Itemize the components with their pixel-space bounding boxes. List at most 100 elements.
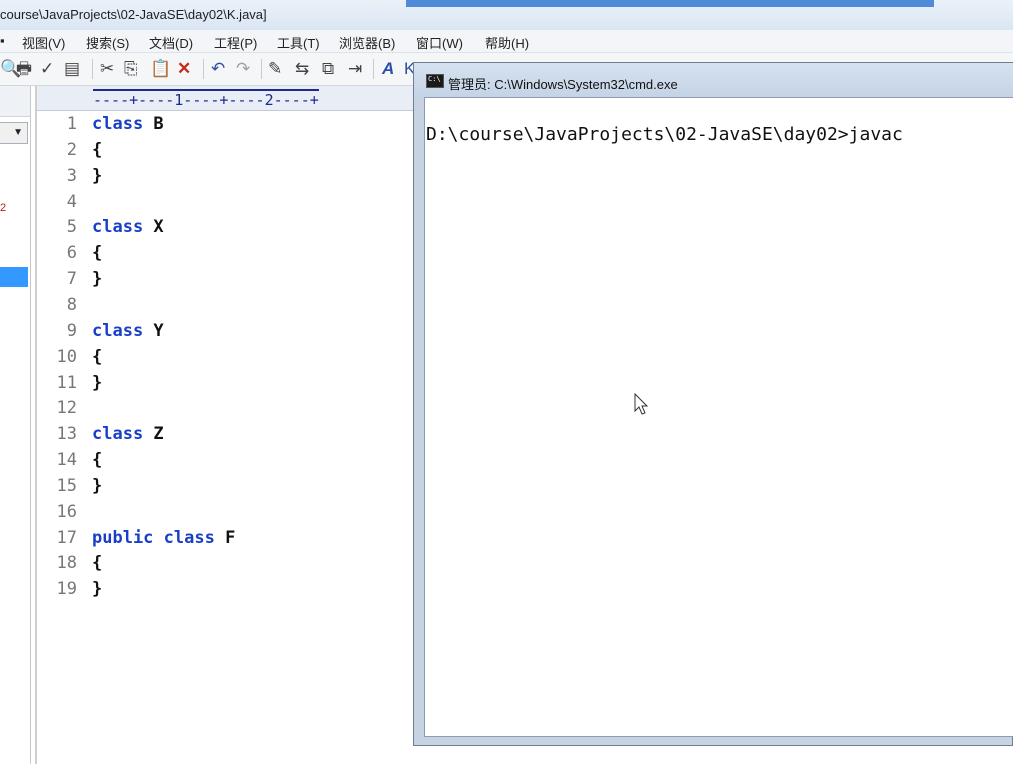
- line-number: 4: [66, 191, 77, 212]
- code-text: Y: [143, 320, 164, 341]
- toolbar-separator: [203, 59, 204, 79]
- menu-browser[interactable]: 浏览器(B): [339, 33, 395, 52]
- line-number: 13: [56, 424, 77, 445]
- line-number: 8: [66, 294, 77, 315]
- code-editor[interactable]: ----+----1----+----2----+ 1 class B 2 {3} 4 5…: [35, 86, 415, 764]
- mouse-pointer-icon: [634, 393, 649, 415]
- cmd-prompt-line: D:\course\JavaProjects\02-JavaSE\day02>j…: [426, 124, 903, 145]
- menu-document[interactable]: 文档(D): [149, 33, 193, 52]
- menu-window[interactable]: 窗口(W): [416, 33, 463, 52]
- editor-menubar: ▪ 视图(V) 搜索(S) 文档(D) 工程(P) 工具(T) 浏览器(B) 窗…: [0, 30, 1013, 53]
- code-line: {: [92, 450, 102, 470]
- code-text: }: [92, 372, 103, 393]
- find-icon[interactable]: ✎: [268, 59, 282, 79]
- code-text: }: [92, 579, 103, 600]
- line-number: 15: [56, 475, 77, 496]
- file-panel-fragment: 2: [0, 202, 7, 214]
- code-text: X: [143, 217, 164, 238]
- column-ruler: ----+----1----+----2----+: [37, 86, 415, 111]
- code-text: F: [214, 527, 236, 548]
- line-number: 14: [56, 450, 77, 471]
- code-text: B: [143, 114, 164, 134]
- code-text: {: [92, 450, 103, 471]
- code-line: }: [92, 476, 102, 496]
- line-number: 7: [66, 269, 77, 290]
- cmd-window[interactable]: C:\ 管理员: C:\Windows\System32\cmd.exe D:\…: [413, 62, 1013, 746]
- find-in-files-icon[interactable]: ⧉: [322, 59, 334, 79]
- code-line: {: [92, 243, 102, 263]
- menu-search[interactable]: 搜索(S): [86, 33, 129, 52]
- line-number: 18: [56, 553, 77, 574]
- code-text: }: [92, 269, 103, 290]
- chevron-down-icon: ▼: [13, 127, 23, 138]
- code-text: {: [92, 553, 103, 574]
- code-line: }: [92, 579, 102, 599]
- code-line: }: [92, 269, 102, 289]
- line-number: 17: [56, 527, 77, 548]
- line-number: 9: [66, 320, 77, 341]
- code-keyword: public class: [92, 527, 215, 548]
- line-number: 5: [66, 217, 77, 238]
- cmd-window-icon: C:\: [426, 74, 444, 88]
- code-keyword: class: [92, 217, 144, 238]
- code-line: public class F: [92, 528, 235, 548]
- menu-project[interactable]: 工程(P): [214, 33, 257, 52]
- toolbar-separator: [92, 59, 93, 79]
- line-number: 6: [66, 243, 77, 264]
- goto-icon[interactable]: ⇥: [348, 59, 362, 79]
- font-icon[interactable]: A: [382, 59, 394, 79]
- code-keyword: class: [92, 320, 144, 341]
- code-text: {: [92, 243, 103, 264]
- menu-tools[interactable]: 工具(T): [277, 33, 320, 52]
- code-text: Z: [143, 424, 164, 445]
- cmd-console[interactable]: D:\course\JavaProjects\02-JavaSE\day02>j…: [424, 97, 1013, 737]
- toolbar-separator: [261, 59, 262, 79]
- line-number: 1: [66, 114, 77, 134]
- code-text: }: [92, 165, 103, 186]
- line-number: 12: [56, 398, 77, 419]
- copy-icon[interactable]: ⎘: [124, 59, 138, 79]
- code-line: {: [92, 140, 102, 160]
- menu-edit-fragment[interactable]: ▪: [0, 33, 5, 48]
- line-number: 16: [56, 501, 77, 522]
- code-text: {: [92, 139, 103, 160]
- line-number: 3: [66, 165, 77, 186]
- code-text: }: [92, 475, 103, 496]
- toolbar-separator: [373, 59, 374, 79]
- paste-icon[interactable]: 📋: [150, 59, 171, 79]
- menu-view[interactable]: 视图(V): [22, 33, 65, 52]
- editor-window-title: course\JavaProjects\02-JavaSE\day02\K.ja…: [0, 7, 267, 22]
- ruler-marks: ----+----1----+----2----+: [93, 89, 319, 109]
- page-setup-icon[interactable]: ▤: [64, 59, 80, 79]
- code-line: class B: [92, 114, 164, 134]
- line-number: 11: [56, 372, 77, 393]
- file-panel: ▼ 2: [0, 86, 31, 764]
- line-number: 2: [66, 139, 77, 160]
- line-number: 19: [56, 579, 77, 600]
- code-keyword: class: [92, 424, 144, 445]
- cmd-titlebar[interactable]: C:\ 管理员: C:\Windows\System32\cmd.exe: [414, 63, 1013, 97]
- line-number: 10: [56, 346, 77, 367]
- cmd-window-title: 管理员: C:\Windows\System32\cmd.exe: [448, 77, 678, 92]
- code-line: {: [92, 553, 102, 573]
- file-panel-dropdown[interactable]: ▼: [0, 122, 28, 144]
- redo-icon[interactable]: ↷: [236, 59, 250, 79]
- taskbar-highlight: [406, 0, 934, 7]
- delete-icon[interactable]: ✕: [177, 59, 191, 79]
- editor-titlebar: course\JavaProjects\02-JavaSE\day02\K.ja…: [0, 0, 1013, 30]
- undo-icon[interactable]: ↶: [211, 59, 225, 79]
- code-line: }: [92, 373, 102, 393]
- code-text: {: [92, 346, 103, 367]
- code-line: class X: [92, 217, 164, 237]
- code-line: {: [92, 347, 102, 367]
- print-icon[interactable]: 🖶: [16, 59, 32, 79]
- code-line: }: [92, 166, 102, 186]
- file-panel-selected-item[interactable]: [0, 267, 28, 287]
- menu-help[interactable]: 帮助(H): [485, 33, 529, 52]
- code-keyword: class: [92, 114, 144, 134]
- code-line: class Z: [92, 424, 164, 444]
- cut-icon[interactable]: ✂: [100, 59, 114, 79]
- replace-icon[interactable]: ⇆: [295, 59, 309, 79]
- spellcheck-icon[interactable]: ✓: [40, 59, 54, 79]
- file-panel-header: [0, 86, 30, 117]
